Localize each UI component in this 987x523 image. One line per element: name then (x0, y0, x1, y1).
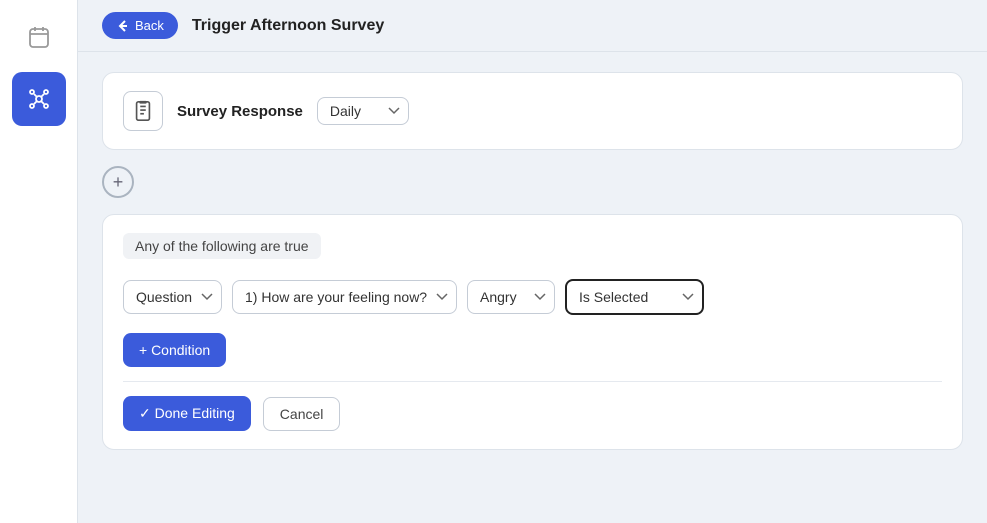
action-row: + Condition (123, 333, 942, 367)
sidebar-item-calendar[interactable] (12, 10, 66, 64)
back-label: Back (135, 18, 164, 33)
frequency-select[interactable]: Daily Weekly Monthly (317, 97, 409, 125)
main-content: Back Trigger Afternoon Survey Survey Res… (78, 0, 987, 523)
answer-select[interactable]: Angry Happy Sad Neutral (467, 280, 555, 314)
done-label: ✓ Done Editing (139, 405, 235, 422)
cancel-button[interactable]: Cancel (263, 397, 341, 431)
survey-label: Survey Response (177, 103, 303, 120)
question-type-select[interactable]: Question (123, 280, 222, 314)
sidebar (0, 0, 78, 523)
survey-response-card: Survey Response Daily Weekly Monthly (102, 72, 963, 150)
cancel-label: Cancel (280, 406, 324, 422)
page-header: Back Trigger Afternoon Survey (78, 0, 987, 52)
condition-tag: Any of the following are true (123, 233, 321, 259)
add-condition-label: + Condition (139, 342, 210, 358)
operator-select[interactable]: Is Selected Is Not Selected (565, 279, 704, 315)
back-button[interactable]: Back (102, 12, 178, 39)
condition-card: Any of the following are true Question 1… (102, 214, 963, 450)
survey-row: Survey Response Daily Weekly Monthly (123, 91, 942, 131)
sidebar-item-network[interactable] (12, 72, 66, 126)
content-area: Survey Response Daily Weekly Monthly + A… (78, 52, 987, 523)
done-cancel-row: ✓ Done Editing Cancel (123, 396, 942, 431)
done-editing-button[interactable]: ✓ Done Editing (123, 396, 251, 431)
add-trigger-button[interactable]: + (102, 166, 134, 198)
page-title: Trigger Afternoon Survey (192, 17, 384, 35)
divider (123, 381, 942, 382)
add-condition-button[interactable]: + Condition (123, 333, 226, 367)
condition-header: Any of the following are true (123, 233, 942, 259)
add-icon: + (113, 172, 124, 193)
question-select[interactable]: 1) How are your feeling now? (232, 280, 457, 314)
survey-icon (123, 91, 163, 131)
filter-row: Question 1) How are your feeling now? An… (123, 279, 942, 315)
